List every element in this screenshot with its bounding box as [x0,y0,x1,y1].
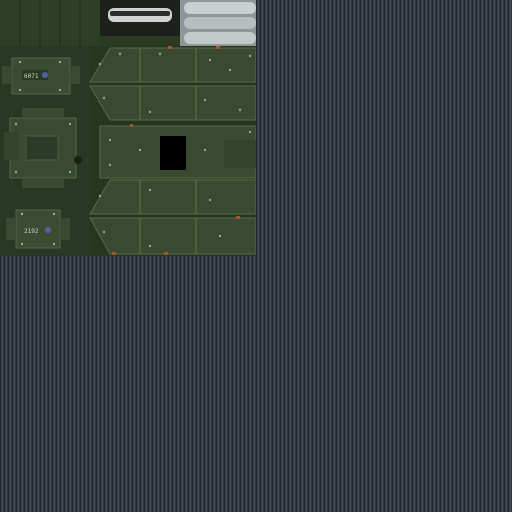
cross-panel [4,108,82,188]
badge-lower: 2192 [24,228,39,235]
cylinder-1 [184,2,256,14]
cylinder-3 [184,32,256,44]
atlas-svg: 6071 2192 [0,0,256,256]
hub-panel-upper [2,57,80,95]
top-armor-panel [0,0,100,46]
cylinder-2 [184,17,256,29]
side-plate-1 [89,47,256,83]
side-plate-2 [89,85,256,121]
side-plate-3 [89,179,256,215]
deck-fitting [224,140,256,168]
side-plate-4 [89,217,256,255]
badge-upper: 6071 [24,73,39,80]
hull-texture-atlas: 6071 2192 [0,0,256,256]
pipe-shadow [110,11,170,16]
hatch-opening [160,136,186,170]
